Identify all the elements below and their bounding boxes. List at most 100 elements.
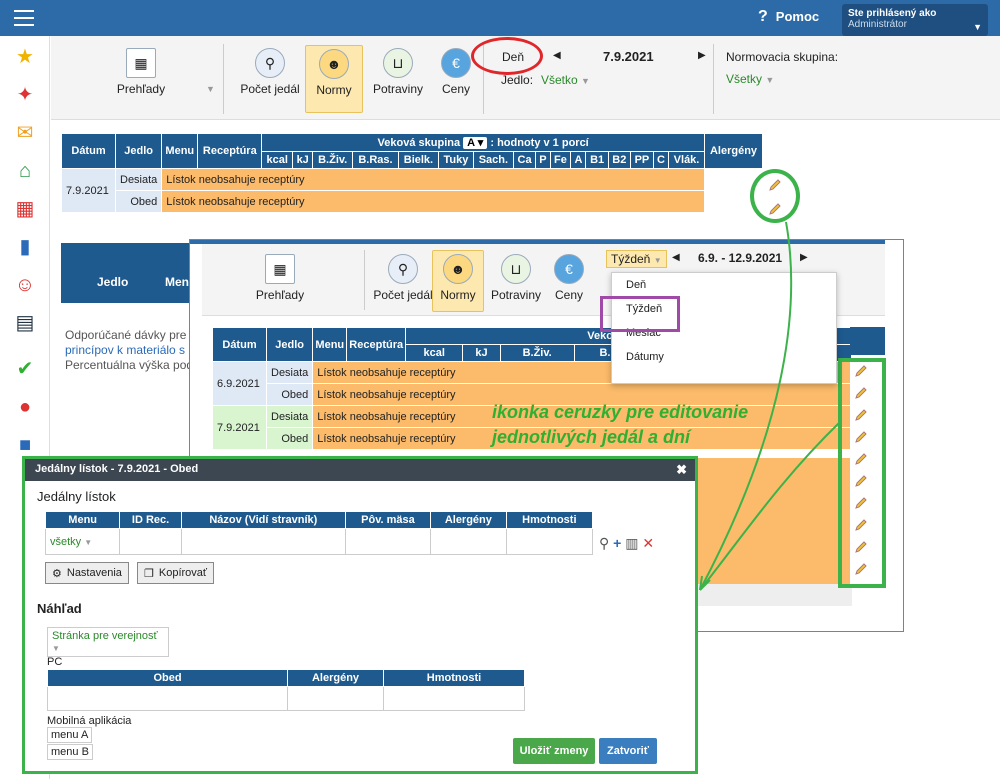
table2-header: Jedlo Menu [61, 243, 196, 303]
chevron-down-icon[interactable]: ▼ [206, 84, 215, 94]
potraviny-button[interactable]: ⊔ Potraviny [490, 254, 542, 302]
jedlo-label: Jedlo: [501, 73, 534, 87]
pocet-jedal-button[interactable]: ⚲ Počet jedál [237, 48, 303, 96]
potraviny-button[interactable]: ⊔ Potraviny [369, 48, 427, 96]
nutrient-header: PP [629, 151, 654, 169]
star-icon[interactable]: ★ [14, 46, 36, 68]
next-arrow-icon[interactable]: ▶ [698, 50, 706, 61]
period-select[interactable]: Týždeň ▼ [606, 250, 667, 268]
menu-select[interactable]: všetky ▼ [44, 528, 121, 555]
question-icon: ? [758, 8, 768, 25]
nutrient-header: kcal [261, 151, 294, 169]
normy-button[interactable]: ☻ Normy [305, 45, 363, 113]
nutrient-header: Ca [512, 151, 537, 169]
search-icon[interactable]: ⚲ [599, 535, 609, 551]
jedlo-select[interactable]: Všetko ▼ [541, 73, 590, 87]
fork-knife-icon: ⚲ [388, 254, 418, 284]
nutrient-header: Fe [549, 151, 572, 169]
preview-select[interactable]: Stránka pre verejnosť ▼ [47, 627, 169, 657]
norm-label: Normovacia skupina: [726, 50, 839, 64]
abacus-icon: ▦ [126, 48, 156, 78]
dropdown-item[interactable]: Dátumy [612, 345, 836, 369]
chevron-down-icon: ▼ [581, 76, 590, 86]
check-icon[interactable]: ✔ [14, 358, 36, 380]
prehlady-button[interactable]: ▦ Prehľady [111, 48, 171, 96]
age-group-select[interactable]: A ▾ [463, 137, 488, 149]
column-header: ID Rec. [119, 511, 182, 529]
ceny-button[interactable]: € Ceny [548, 254, 590, 302]
normy-button[interactable]: ☻ Normy [432, 250, 484, 312]
nutrient-header: A [570, 151, 587, 169]
trash-icon[interactable]: ▥ [625, 535, 638, 551]
column-header: Hmotnosti [505, 511, 594, 529]
mobile-menu-b[interactable]: menu B [47, 744, 93, 760]
pocet-jedal-button[interactable]: ⚲ Počet jedál [370, 254, 436, 302]
divider [713, 44, 714, 114]
top-bar: ? Pomoc Ste prihlásený ako Administrátor … [0, 0, 1000, 36]
pc-preview-table: Obed Alergény Hmotnosti [47, 669, 525, 711]
nutrient-header: B.Živ. [499, 344, 575, 362]
fork-knife-icon: ⚲ [255, 48, 285, 78]
tools-icon[interactable]: ✕ [642, 535, 654, 551]
nutrient-header: Vlák. [668, 151, 705, 169]
dropdown-item[interactable]: Deň [612, 273, 836, 297]
save-button[interactable]: Uložiť zmeny [513, 738, 595, 764]
nutrient-header: B.Ras. [352, 151, 399, 169]
prev-arrow-icon[interactable]: ◀ [672, 252, 680, 263]
briefcase-icon[interactable]: ■ [14, 434, 36, 456]
nastavenia-button[interactable]: ⚙ Nastavenia [45, 562, 129, 584]
nutrient-header: P [535, 151, 551, 169]
menu-edit-table: Menu ID Rec. Názov (Vidí stravník) Pôv. mäs… [44, 511, 594, 555]
price-tag-icon: € [441, 48, 471, 78]
copy-icon: ❐ [144, 567, 154, 580]
prev-arrow-icon[interactable]: ◀ [553, 50, 561, 61]
current-date: 7.9.2021 [603, 49, 654, 64]
close-icon[interactable]: ✖ [676, 462, 687, 478]
basket-icon: ⊔ [501, 254, 531, 284]
column-header: Alergény [430, 511, 507, 529]
close-button[interactable]: Zatvoriť [599, 738, 657, 764]
nutrient-header: kJ [462, 344, 501, 362]
magic-wand-icon[interactable]: ✦ [14, 84, 36, 106]
highlight-box-green [838, 358, 886, 588]
nutrient-header: B2 [607, 151, 631, 169]
chevron-down-icon: ▼ [973, 22, 982, 32]
basket-icon: ⊔ [383, 48, 413, 78]
norm-select[interactable]: Všetky ▼ [726, 72, 774, 86]
nutrient-header: Tuky [437, 151, 474, 169]
nutrient-header: B1 [585, 151, 609, 169]
highlight-circle [471, 37, 543, 75]
calendar-dark-icon[interactable]: ▤ [14, 312, 36, 334]
nutrient-header: Bielk. [397, 151, 439, 169]
divider [223, 44, 224, 114]
user-menu[interactable]: Ste prihlásený ako Administrátor ▼ [842, 4, 988, 36]
next-arrow-icon[interactable]: ▶ [800, 252, 808, 263]
help-link[interactable]: ? Pomoc [758, 8, 819, 26]
info-text: Odporúčané dávky pre j princípov k mater… [65, 328, 189, 372]
user-icon[interactable]: ☺ [14, 274, 36, 296]
add-icon[interactable]: + [613, 535, 621, 551]
kopirovat-button[interactable]: ❐ Kopírovať [137, 562, 215, 584]
nutrient-header: B.Živ. [312, 151, 354, 169]
chevron-down-icon: ▼ [765, 75, 775, 85]
chart-icon[interactable]: ● [14, 396, 36, 418]
mobile-menu-a[interactable]: menu A [47, 727, 93, 743]
abacus-icon: ▦ [265, 254, 295, 284]
highlight-circle-green [750, 169, 800, 223]
annotation-text: ikonka ceruzky pre editovanie jednotlivý… [492, 402, 749, 447]
reading-person-icon: ☻ [319, 49, 349, 79]
nutrient-header: kJ [292, 151, 314, 169]
book-icon[interactable]: ▮ [14, 236, 36, 258]
home-icon[interactable]: ⌂ [14, 160, 36, 182]
nutrient-header: kcal [405, 344, 464, 362]
nutrition-table: Dátum Jedlo Menu Receptúra Veková skupin… [61, 133, 763, 213]
column-header: Pôv. mäsa [344, 511, 432, 529]
row-actions: ⚲ + ▥ ✕ [599, 535, 654, 552]
hamburger-menu-icon[interactable] [14, 10, 34, 26]
calendar-icon[interactable]: ▦ [14, 198, 36, 220]
dialog-header: Jedálny lístok - 7.9.2021 - Obed ✖ [25, 459, 695, 481]
nutrient-header: C [652, 151, 670, 169]
mail-icon[interactable]: ✉ [14, 122, 36, 144]
prehlady-button[interactable]: ▦ Prehľady [250, 254, 310, 302]
menu-dialog: Jedálny lístok - 7.9.2021 - Obed ✖ Jedál… [22, 456, 698, 774]
